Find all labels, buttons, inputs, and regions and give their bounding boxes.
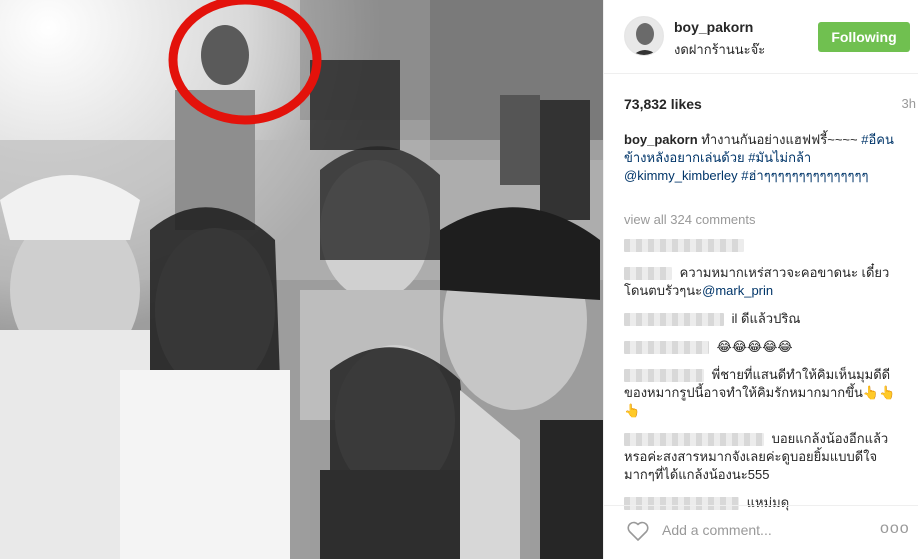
heart-icon[interactable]	[626, 520, 650, 542]
blurred-username	[624, 239, 744, 253]
post-photo[interactable]	[0, 0, 603, 559]
view-all-comments[interactable]: view all 324 comments	[624, 212, 756, 227]
blurred-username	[624, 369, 704, 383]
post-time: 3h	[901, 96, 916, 111]
following-button[interactable]: Following	[818, 22, 910, 52]
caption-username[interactable]: boy_pakorn	[624, 132, 698, 147]
comment-item: พี่ชายที่แสนดีทำให้คิมเห็นมุมดีดีของหมาก…	[624, 366, 904, 420]
blurred-username	[624, 433, 764, 447]
caption-hashtag[interactable]: #ฮ่าๆๆๆๆๆๆๆๆๆๆๆๆๆๆๆ	[741, 168, 868, 183]
comment-item: 😂😂😂😂😂	[624, 338, 904, 356]
comment-item	[624, 236, 904, 254]
post-side-panel: boy_pakorn งดฝากร้านนะจ๊ะ Following 73,8…	[603, 0, 918, 559]
comment-footer: Add a comment... ooo	[604, 505, 918, 559]
caption-text: ทำงานกันอย่างแฮฟฟรี้~~~~	[697, 132, 862, 147]
comment-text: il ดีแล้วปริณ	[731, 311, 801, 326]
comment-item: ความหมากเหร่สาวจะคอขาดนะ เดี๋ยวโดนตบรัวๆ…	[624, 264, 904, 300]
post-header: boy_pakorn งดฝากร้านนะจ๊ะ Following	[604, 0, 918, 74]
caption-hashtag[interactable]: #มันไม่กล้า	[748, 150, 811, 165]
caption-mention[interactable]: @kimmy_kimberley	[624, 168, 738, 183]
likes-count[interactable]: 73,832 likes	[624, 96, 702, 112]
blurred-username	[624, 313, 724, 327]
post-photo-image	[0, 0, 603, 559]
comments-list: ความหมากเหร่สาวจะคอขาดนะ เดี๋ยวโดนตบรัวๆ…	[624, 236, 904, 522]
caption: boy_pakorn ทำงานกันอย่างแฮฟฟรี้~~~~ #อีค…	[624, 131, 899, 185]
likes-row: 73,832 likes 3h	[624, 96, 916, 112]
comment-item: บอยแกล้งน้องอีกแล้วหรอค่ะสงสารหมากจังเลย…	[624, 430, 904, 484]
avatar-image	[625, 17, 663, 55]
comment-text: 😂😂😂😂😂	[716, 339, 793, 354]
more-options-icon[interactable]: ooo	[880, 520, 910, 538]
username[interactable]: boy_pakorn	[674, 19, 753, 35]
blurred-username	[624, 267, 672, 281]
comment-item: il ดีแล้วปริณ	[624, 310, 904, 328]
avatar[interactable]	[624, 16, 664, 56]
comment-mention[interactable]: @mark_prin	[702, 283, 773, 298]
add-comment-input[interactable]: Add a comment...	[662, 522, 772, 538]
location-subtitle[interactable]: งดฝากร้านนะจ๊ะ	[674, 39, 765, 60]
blurred-username	[624, 341, 709, 355]
